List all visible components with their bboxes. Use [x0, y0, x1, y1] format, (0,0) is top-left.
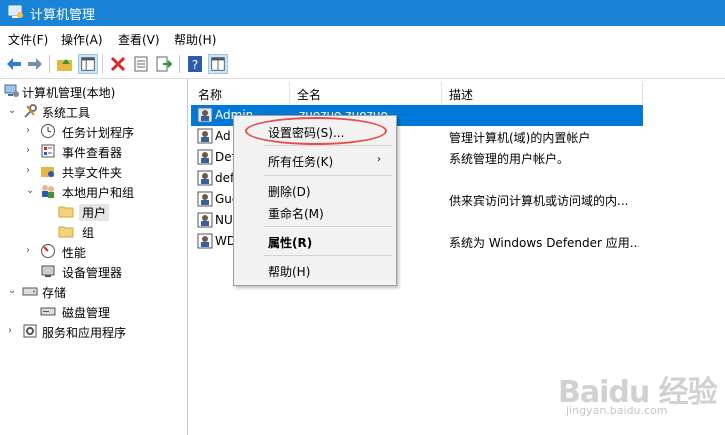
- services-icon: [23, 324, 37, 338]
- menu-item-delete[interactable]: 删除(D): [268, 183, 311, 200]
- device-manager-icon: [41, 265, 55, 277]
- forward-icon[interactable]: [25, 54, 45, 74]
- user-description: 系统为 Windows Defender 应用...: [449, 236, 639, 250]
- user-description: 管理计算机(域)的内置帐户: [449, 131, 591, 145]
- tree-item-task-scheduler[interactable]: › 任务计划程序: [0, 121, 187, 141]
- delete-icon[interactable]: [108, 54, 128, 74]
- menu-bar: 文件(F) 操作(A) 查看(V) 帮助(H): [0, 26, 725, 50]
- column-header-fullname[interactable]: 全名: [290, 82, 442, 104]
- window-title: 计算机管理: [30, 8, 96, 23]
- tree-label: 事件查看器: [62, 146, 123, 160]
- tree-label: 共享文件夹: [62, 166, 123, 180]
- user-description: 系统管理的用户帐户。: [449, 152, 570, 166]
- chevron-down-icon[interactable]: ⌄: [8, 105, 18, 117]
- tree-item-local-users-groups[interactable]: ⌄ 本地用户和组: [0, 181, 187, 201]
- annotation-ellipse: [245, 117, 387, 145]
- watermark-url: jingyan.baidu.com: [566, 404, 668, 417]
- folder-icon: [58, 226, 74, 238]
- user-icon: [197, 233, 213, 249]
- back-icon[interactable]: [4, 54, 24, 74]
- column-header-description[interactable]: 描述: [442, 82, 643, 104]
- menu-item-rename[interactable]: 重命名(M): [268, 205, 324, 222]
- column-header-name[interactable]: 名称: [191, 82, 290, 104]
- tree-label: 系统工具: [42, 106, 91, 120]
- chevron-right-icon[interactable]: ›: [26, 145, 36, 157]
- tree-item-shared-folders[interactable]: › 共享文件夹: [0, 161, 187, 181]
- tree-item-groups[interactable]: 组: [0, 221, 187, 241]
- tree-label: 存储: [42, 286, 67, 300]
- tree-label: 服务和应用程序: [42, 326, 127, 340]
- chevron-right-icon[interactable]: ›: [26, 125, 36, 137]
- chevron-down-icon[interactable]: ⌄: [8, 285, 18, 297]
- computer-management-icon: [8, 5, 23, 18]
- chevron-right-icon[interactable]: ›: [26, 245, 36, 257]
- menu-file[interactable]: 文件(F): [8, 31, 48, 48]
- user-icon: [197, 107, 213, 123]
- tree-label: 性能: [62, 246, 87, 260]
- tree-item-computer-management[interactable]: 计算机管理(本地): [0, 81, 187, 101]
- tree-label: 磁盘管理: [62, 306, 111, 320]
- storage-icon: [22, 287, 38, 296]
- performance-icon: [41, 244, 55, 258]
- system-tools-icon: [24, 104, 37, 118]
- tree-item-performance[interactable]: › 性能: [0, 241, 187, 261]
- tree-item-system-tools[interactable]: ⌄ 系统工具: [0, 101, 187, 121]
- tree-item-services-applications[interactable]: › 服务和应用程序: [0, 321, 187, 341]
- tree-pane: 计算机管理(本地) ⌄ 系统工具 › 任务计划程序 › 事件查看器 › 共享文件…: [0, 79, 188, 435]
- user-icon: [197, 170, 213, 186]
- tree-label: 用户: [79, 204, 110, 221]
- tree-label: 任务计划程序: [62, 126, 135, 140]
- menu-help[interactable]: 帮助(H): [174, 31, 216, 48]
- disk-icon: [40, 307, 56, 316]
- help-icon[interactable]: ?: [185, 54, 205, 74]
- menu-item-properties[interactable]: 属性(R): [268, 234, 312, 251]
- tree-item-device-manager[interactable]: 设备管理器: [0, 261, 187, 281]
- user-icon: [197, 128, 213, 144]
- computer-management-icon: [4, 84, 19, 97]
- up-folder-icon[interactable]: [55, 54, 75, 74]
- user-icon: [197, 212, 213, 228]
- folder-icon: [58, 206, 74, 218]
- title-bar: 计算机管理: [0, 0, 725, 26]
- chevron-right-icon: ›: [377, 154, 381, 165]
- tree-label: 组: [82, 226, 95, 240]
- toolbar: ?: [0, 50, 725, 79]
- menu-view[interactable]: 查看(V): [118, 31, 160, 48]
- tree-item-disk-management[interactable]: 磁盘管理: [0, 301, 187, 321]
- menu-action[interactable]: 操作(A): [61, 31, 103, 48]
- export-icon[interactable]: [154, 54, 174, 74]
- properties-icon[interactable]: [131, 54, 151, 74]
- view-icon[interactable]: [208, 54, 228, 74]
- users-group-icon: [42, 185, 54, 198]
- tree-label: 计算机管理(本地): [22, 86, 116, 100]
- user-icon: [197, 149, 213, 165]
- menu-item-all-tasks[interactable]: 所有任务(K): [268, 153, 333, 170]
- tree-item-event-viewer[interactable]: › 事件查看器: [0, 141, 187, 161]
- user-icon: [197, 191, 213, 207]
- user-description: 供来宾访问计算机或访问域的内...: [449, 194, 629, 208]
- show-tree-icon[interactable]: [78, 54, 98, 74]
- event-viewer-icon: [41, 144, 55, 158]
- menu-item-help[interactable]: 帮助(H): [268, 263, 310, 280]
- clock-icon: [41, 124, 55, 138]
- chevron-right-icon[interactable]: ›: [8, 325, 18, 337]
- watermark: Baidu 经验 jingyan.baidu.com: [558, 367, 718, 422]
- svg-text:?: ?: [192, 58, 198, 72]
- shared-folder-icon: [41, 167, 54, 177]
- tree-item-storage[interactable]: ⌄ 存储: [0, 281, 187, 301]
- chevron-down-icon[interactable]: ⌄: [26, 185, 36, 197]
- tree-label: 本地用户和组: [62, 186, 135, 200]
- tree-label: 设备管理器: [62, 266, 123, 280]
- tree-item-users[interactable]: 用户: [0, 201, 187, 221]
- chevron-right-icon[interactable]: ›: [26, 165, 36, 177]
